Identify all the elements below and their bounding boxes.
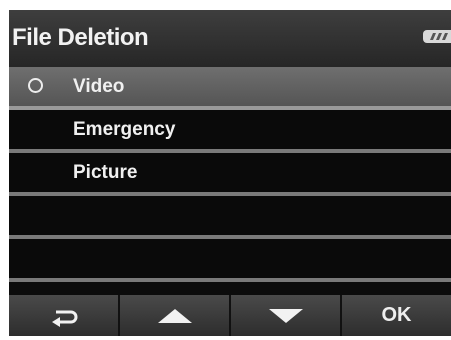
battery-icon — [423, 30, 451, 43]
radio-icon[interactable] — [28, 78, 43, 93]
down-button[interactable] — [231, 295, 342, 336]
down-arrow-icon — [268, 308, 303, 323]
device-screen: File Deletion Video Emergency Picture OK — [9, 10, 451, 336]
bottom-toolbar: OK — [9, 295, 451, 336]
ok-label: OK — [381, 304, 412, 326]
page-title: File Deletion — [12, 24, 149, 51]
menu-item-picture[interactable]: Picture — [9, 153, 451, 196]
back-button[interactable] — [9, 295, 120, 336]
return-arrow-icon — [51, 310, 77, 327]
menu-item-video[interactable]: Video — [9, 67, 451, 110]
menu-item-label: Video — [73, 76, 125, 97]
menu-item-empty — [9, 196, 451, 239]
menu-item-empty — [9, 239, 451, 282]
ok-button[interactable]: OK — [342, 295, 451, 336]
menu-item-emergency[interactable]: Emergency — [9, 110, 451, 153]
title-bar: File Deletion — [9, 10, 451, 67]
menu-item-label: Picture — [73, 162, 138, 183]
up-button[interactable] — [120, 295, 231, 336]
menu-item-label: Emergency — [73, 119, 176, 140]
up-arrow-icon — [157, 308, 192, 323]
